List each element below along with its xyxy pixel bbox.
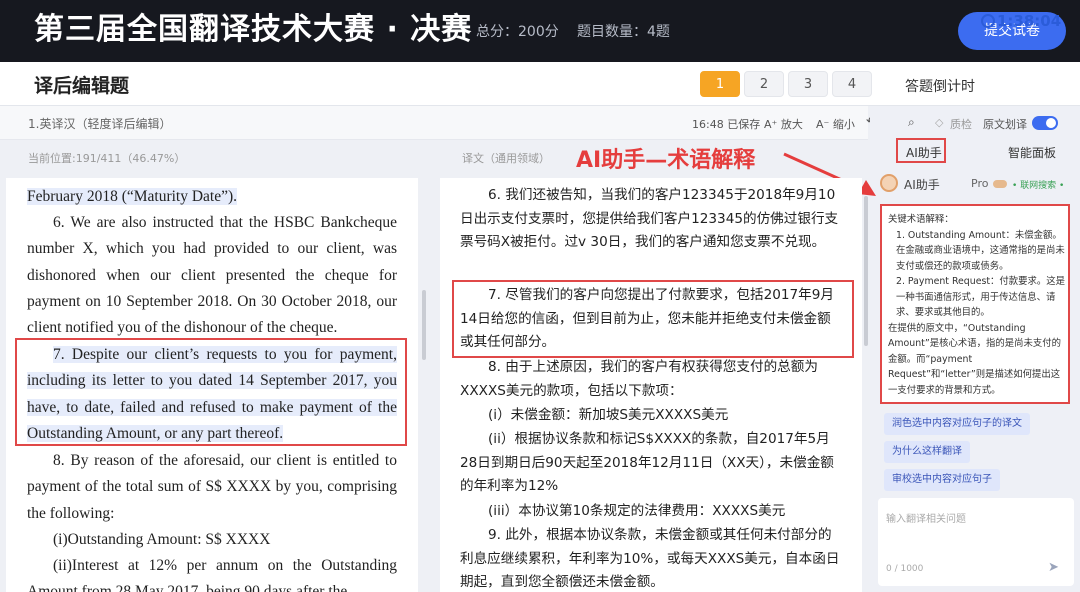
assistant-name: AI助手 — [904, 178, 940, 192]
target-item-ii[interactable]: (ii）根据协议条款和标记S$XXXX的条款，自2017年5月28日到期日后90… — [460, 428, 840, 499]
target-item-i[interactable]: (i）未偿金额：新加坡S美元XXXXS美元 — [460, 404, 840, 428]
target-para-6[interactable]: 6. 我们还被告知，当我们的客户123345于2018年9月10日出示支付支票时… — [460, 184, 840, 255]
saved-status: 16:48 已保存 — [692, 118, 761, 131]
target-scrollbar[interactable] — [864, 196, 868, 346]
target-item-iii[interactable]: (iii）本协议第10条规定的法律费用：XXXXS美元 — [460, 500, 840, 524]
source-item-ii[interactable]: (ii)Interest at 12% per annum on the Out… — [27, 553, 397, 592]
total-score: 总分：200分 — [476, 24, 559, 40]
source-highlight-toggle[interactable] — [1032, 116, 1058, 130]
top-bar: 第三届全国翻译技术大赛 · 决赛 总分：200分 题目数量：4题 提交试卷 — [0, 0, 1080, 62]
source-item-i[interactable]: (i)Outstanding Amount: S$ XXXX — [27, 527, 397, 553]
search-icon[interactable]: ⌕ — [908, 115, 915, 130]
char-count: 0 / 1000 — [886, 564, 924, 574]
target-label: 译文（通用领域） — [462, 152, 550, 165]
term-card-summary: 在提供的原文中，“Outstanding Amount”是核心术语，指的是尚未支… — [888, 322, 1061, 396]
send-icon[interactable]: ➤ — [1048, 560, 1059, 575]
suggestion-polish[interactable]: 润色选中内容对应句子的译文 — [884, 413, 1030, 435]
timer-value: 1:38:04 — [997, 12, 1062, 30]
term-card-item-1: 1. Outstanding Amount：未偿金额。在金融或商业语境中，这通常… — [896, 229, 1065, 272]
source-para-date: February 2018 (“Maturity Date”). — [27, 184, 397, 210]
quality-check-button[interactable]: 质检 — [950, 116, 972, 132]
clock-icon — [981, 14, 995, 28]
zoom-out-button[interactable]: A⁻ 缩小 — [816, 116, 855, 132]
web-search-label[interactable]: • 联网搜索 • — [1012, 178, 1064, 191]
source-highlight-label: 原文划译 — [983, 118, 1027, 131]
question-input-placeholder: 输入翻译相关问题 — [886, 514, 966, 525]
term-card-item-2: 2. Payment Request：付款要求。这是一种书面通信形式，用于传达信… — [896, 276, 1066, 318]
question-tab-3[interactable]: 3 — [788, 71, 828, 97]
source-sentence[interactable]: February 2018 (“Maturity Date”). — [27, 188, 238, 205]
tab-smart-panel[interactable]: 智能面板 — [1008, 144, 1056, 161]
contest-title: 第三届全国翻译技术大赛 · 决赛 — [34, 12, 473, 47]
question-tab-2[interactable]: 2 — [744, 71, 784, 97]
source-para-6[interactable]: 6. We are also instructed that the HSBC … — [27, 210, 397, 341]
ai-tab-highlight-box — [896, 138, 946, 163]
assistant-avatar — [880, 174, 898, 192]
ai-assistant-annotation: AI助手—术语解释 — [576, 148, 756, 173]
term-explanation-text: 关键术语解释： 1. Outstanding Amount：未偿金额。在金融或商… — [888, 212, 1066, 398]
suggestion-review[interactable]: 审校选中内容对应句子 — [884, 469, 1000, 491]
term-card-heading: 关键术语解释： — [888, 214, 954, 225]
zoom-in-button[interactable]: A⁺ 放大 — [764, 116, 803, 132]
question-input[interactable]: 输入翻译相关问题 0 / 1000 ➤ — [878, 498, 1074, 586]
pro-toggle[interactable] — [993, 180, 1007, 188]
sub-header: 译后编辑题 1 2 3 4 答题倒计时 — [0, 62, 1080, 106]
term-explanation-card: 关键术语解释： 1. Outstanding Amount：未偿金额。在金融或商… — [880, 204, 1070, 404]
timer-label: 答题倒计时 — [905, 79, 975, 95]
target-panel: 6. 我们还被告知，当我们的客户123345于2018年9月10日出示支付支票时… — [440, 178, 862, 592]
shield-icon: ◇ — [935, 116, 944, 129]
source-position: 当前位置:191/411（46.47%） — [28, 152, 186, 165]
question-count: 题目数量：4题 — [577, 24, 670, 40]
suggestion-why[interactable]: 为什么这样翻译 — [884, 441, 970, 463]
question-tab-4[interactable]: 4 — [832, 71, 872, 97]
source-para-8[interactable]: 8. By reason of the aforesaid, our clien… — [27, 448, 397, 527]
task-label: 1.英译汉（轻度译后编辑） — [28, 117, 172, 131]
target-para-9[interactable]: 9. 此外，根据本协议条款，未偿金额或其任何未付部分的利息应继续累积，年利率为1… — [460, 524, 840, 592]
target-highlight-box — [452, 280, 854, 358]
source-highlight-box — [15, 338, 407, 446]
editor-toolbar: 1.英译汉（轻度译后编辑） 16:48 已保存 A⁺ 放大 A⁻ 缩小 ↶ — [0, 106, 877, 140]
section-title: 译后编辑题 — [34, 75, 130, 97]
source-scrollbar[interactable] — [422, 290, 426, 360]
question-tab-1[interactable]: 1 — [700, 71, 740, 97]
pro-label: Pro — [971, 177, 989, 190]
target-para-8[interactable]: 8. 由于上述原因，我们的客户有权获得您支付的总额为XXXXS美元的款项，包括以… — [460, 356, 840, 403]
